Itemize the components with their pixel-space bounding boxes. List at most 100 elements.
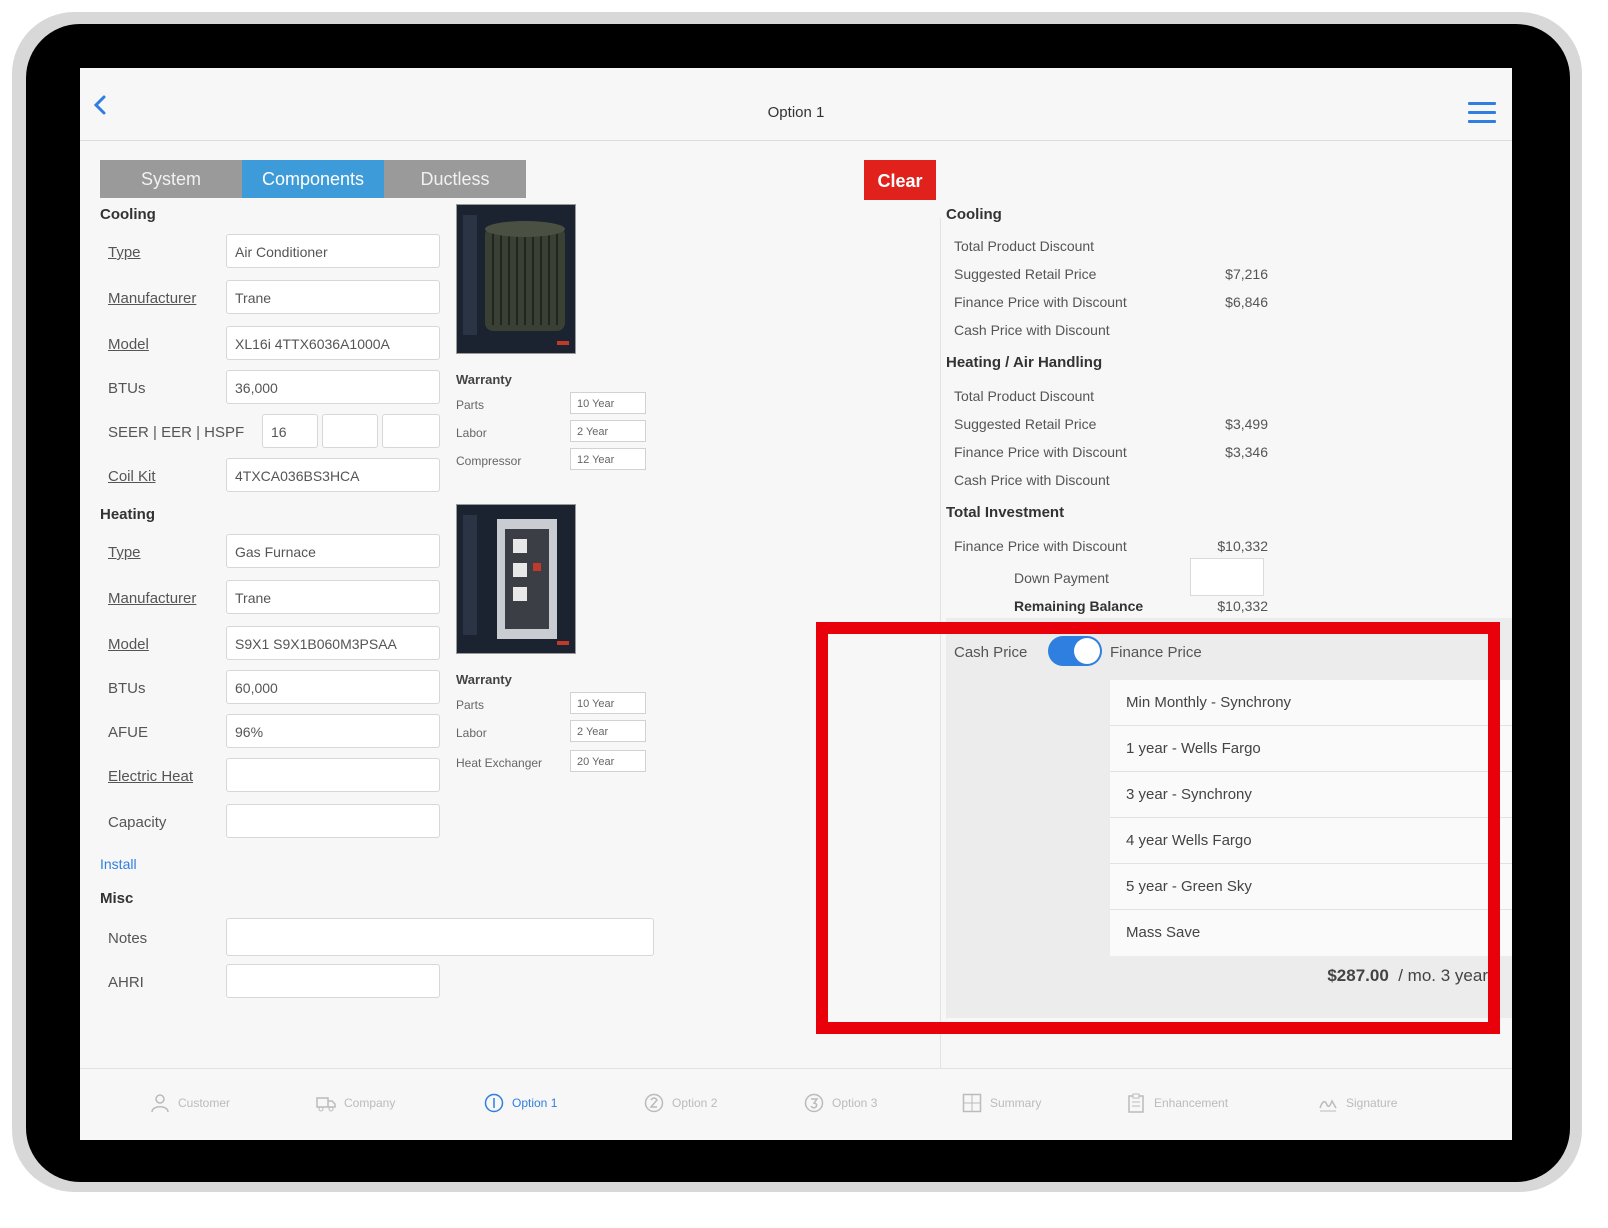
cooling-btus-label: BTUs (108, 380, 146, 397)
condenser-product-image (456, 204, 576, 354)
segment-ductless[interactable]: Ductless (384, 160, 526, 198)
tab-customer[interactable]: Customer (150, 1093, 230, 1113)
remaining-balance-label: Remaining Balance (1014, 598, 1144, 614)
coil-kit-field[interactable]: 4TXCA036BS3HCA (226, 458, 440, 492)
cooling-seer-field[interactable]: 16 (262, 414, 318, 448)
summary-heating-value: $3,346 (1225, 444, 1268, 460)
cooling-type-label: Type (108, 244, 141, 261)
summary-cooling-value: $6,846 (1225, 294, 1268, 310)
page-title: Option 1 (767, 104, 825, 121)
clear-button[interactable]: Clear (864, 160, 936, 200)
heating-warranty-labor-label: Labor (456, 726, 487, 740)
afue-label: AFUE (108, 724, 149, 741)
tab-label: Signature (1346, 1096, 1398, 1110)
segment-components[interactable]: Components (242, 160, 384, 198)
summary-cooling-row: Cash Price with Discount (954, 322, 1110, 338)
tab-label: Customer (178, 1096, 231, 1110)
grid-icon (962, 1093, 982, 1113)
summary-heating-value: $3,499 (1225, 416, 1268, 432)
ahri-field[interactable] (226, 964, 440, 998)
install-link[interactable]: Install (100, 856, 137, 872)
summary-cooling-value: $7,216 (1225, 266, 1268, 282)
highlight-annotation-box (816, 622, 1500, 1034)
cooling-model-label: Model (108, 336, 149, 353)
tab-label: Company (344, 1096, 396, 1110)
tab-option-1[interactable]: Option 1 (484, 1093, 557, 1113)
cooling-heading: Cooling (100, 206, 156, 223)
person-icon (151, 1094, 169, 1113)
summary-heating-row: Finance Price with Discount (954, 444, 1127, 460)
misc-heading: Misc (100, 890, 134, 907)
tab-label: Option 1 (512, 1096, 558, 1110)
tab-label: Option 2 (672, 1096, 718, 1110)
heating-heading: Heating (100, 506, 156, 523)
heating-type-field[interactable]: Gas Furnace (226, 534, 440, 568)
summary-cooling-row: Suggested Retail Price (954, 266, 1097, 282)
heating-warranty-parts-field[interactable]: 10 Year (570, 692, 646, 714)
tab-summary[interactable]: Summary (962, 1093, 1041, 1113)
heating-warranty-heading: Warranty (456, 672, 512, 687)
option3-icon (804, 1093, 824, 1113)
heating-warranty-parts-label: Parts (456, 698, 485, 712)
heating-type-label: Type (108, 544, 141, 561)
tab-company[interactable]: Company (316, 1093, 395, 1113)
cooling-eer-field[interactable] (322, 414, 378, 448)
electric-heat-field[interactable] (226, 758, 440, 792)
hamburger-menu-icon[interactable] (1468, 102, 1496, 124)
cooling-model-field[interactable]: XL16i 4TTX6036A1000A (226, 326, 440, 360)
total-finance-label: Finance Price with Discount (954, 538, 1127, 554)
heating-btus-label: BTUs (108, 680, 146, 697)
cooling-type-field[interactable]: Air Conditioner (226, 234, 440, 268)
furnace-product-image (456, 504, 576, 654)
down-payment-input[interactable] (1190, 558, 1264, 596)
cooling-warranty-parts-label: Parts (456, 398, 485, 412)
summary-cooling-heading: Cooling (946, 206, 1002, 223)
heat-exchanger-field[interactable]: 20 Year (570, 750, 646, 772)
down-payment-label: Down Payment (1014, 570, 1109, 586)
cooling-manufacturer-field[interactable]: Trane (226, 280, 440, 314)
heating-btus-field[interactable]: 60,000 (226, 670, 440, 704)
signature-icon (1319, 1099, 1337, 1112)
cooling-warranty-parts-field[interactable]: 10 Year (570, 392, 646, 414)
cooling-warranty-compressor-field[interactable]: 12 Year (570, 448, 646, 470)
cooling-btus-field[interactable]: 36,000 (226, 370, 440, 404)
afue-field[interactable]: 96% (226, 714, 440, 748)
tab-enhancement[interactable]: Enhancement (1126, 1093, 1228, 1113)
tab-label: Option 3 (832, 1096, 878, 1110)
tab-option-2[interactable]: Option 2 (644, 1093, 717, 1113)
summary-heating-row: Total Product Discount (954, 388, 1095, 404)
heating-manufacturer-field[interactable]: Trane (226, 580, 440, 614)
cooling-warranty-heading: Warranty (456, 372, 512, 387)
cooling-warranty-labor-label: Labor (456, 426, 487, 440)
summary-heating-row: Cash Price with Discount (954, 472, 1110, 488)
heating-model-label: Model (108, 636, 149, 653)
notes-field[interactable] (226, 918, 654, 956)
tab-label: Enhancement (1154, 1096, 1229, 1110)
clipboard-icon (1128, 1093, 1144, 1113)
cooling-warranty-labor-field[interactable]: 2 Year (570, 420, 646, 442)
summary-heating-row: Suggested Retail Price (954, 416, 1097, 432)
heat-exchanger-label: Heat Exchanger (456, 756, 543, 770)
total-finance-value: $10,332 (1217, 538, 1268, 554)
truck-icon (316, 1097, 336, 1112)
nav-bar: Option 1 (80, 68, 1512, 141)
cooling-hspf-field[interactable] (382, 414, 440, 448)
cooling-warranty-compressor-label: Compressor (456, 454, 522, 468)
summary-cooling-row: Finance Price with Discount (954, 294, 1127, 310)
capacity-field[interactable] (226, 804, 440, 838)
segment-system[interactable]: System (100, 160, 242, 198)
option1-icon (484, 1093, 504, 1113)
cooling-seer-label: SEER | EER | HSPF (108, 424, 245, 441)
heating-manufacturer-label: Manufacturer (108, 590, 197, 607)
tab-option-3[interactable]: Option 3 (804, 1093, 877, 1113)
option2-icon (644, 1093, 664, 1113)
heating-model-field[interactable]: S9X1 S9X1B060M3PSAA (226, 626, 440, 660)
bottom-tab-bar: Customer Company Option 1 Option 2 Optio… (80, 1068, 1512, 1140)
ahri-label: AHRI (108, 974, 144, 991)
cooling-manufacturer-label: Manufacturer (108, 290, 197, 307)
tab-label: Summary (990, 1096, 1042, 1110)
heating-warranty-labor-field[interactable]: 2 Year (570, 720, 646, 742)
tab-signature[interactable]: Signature (1318, 1093, 1397, 1113)
electric-heat-label: Electric Heat (108, 768, 194, 785)
segmented-control: System Components Ductless (100, 160, 526, 198)
